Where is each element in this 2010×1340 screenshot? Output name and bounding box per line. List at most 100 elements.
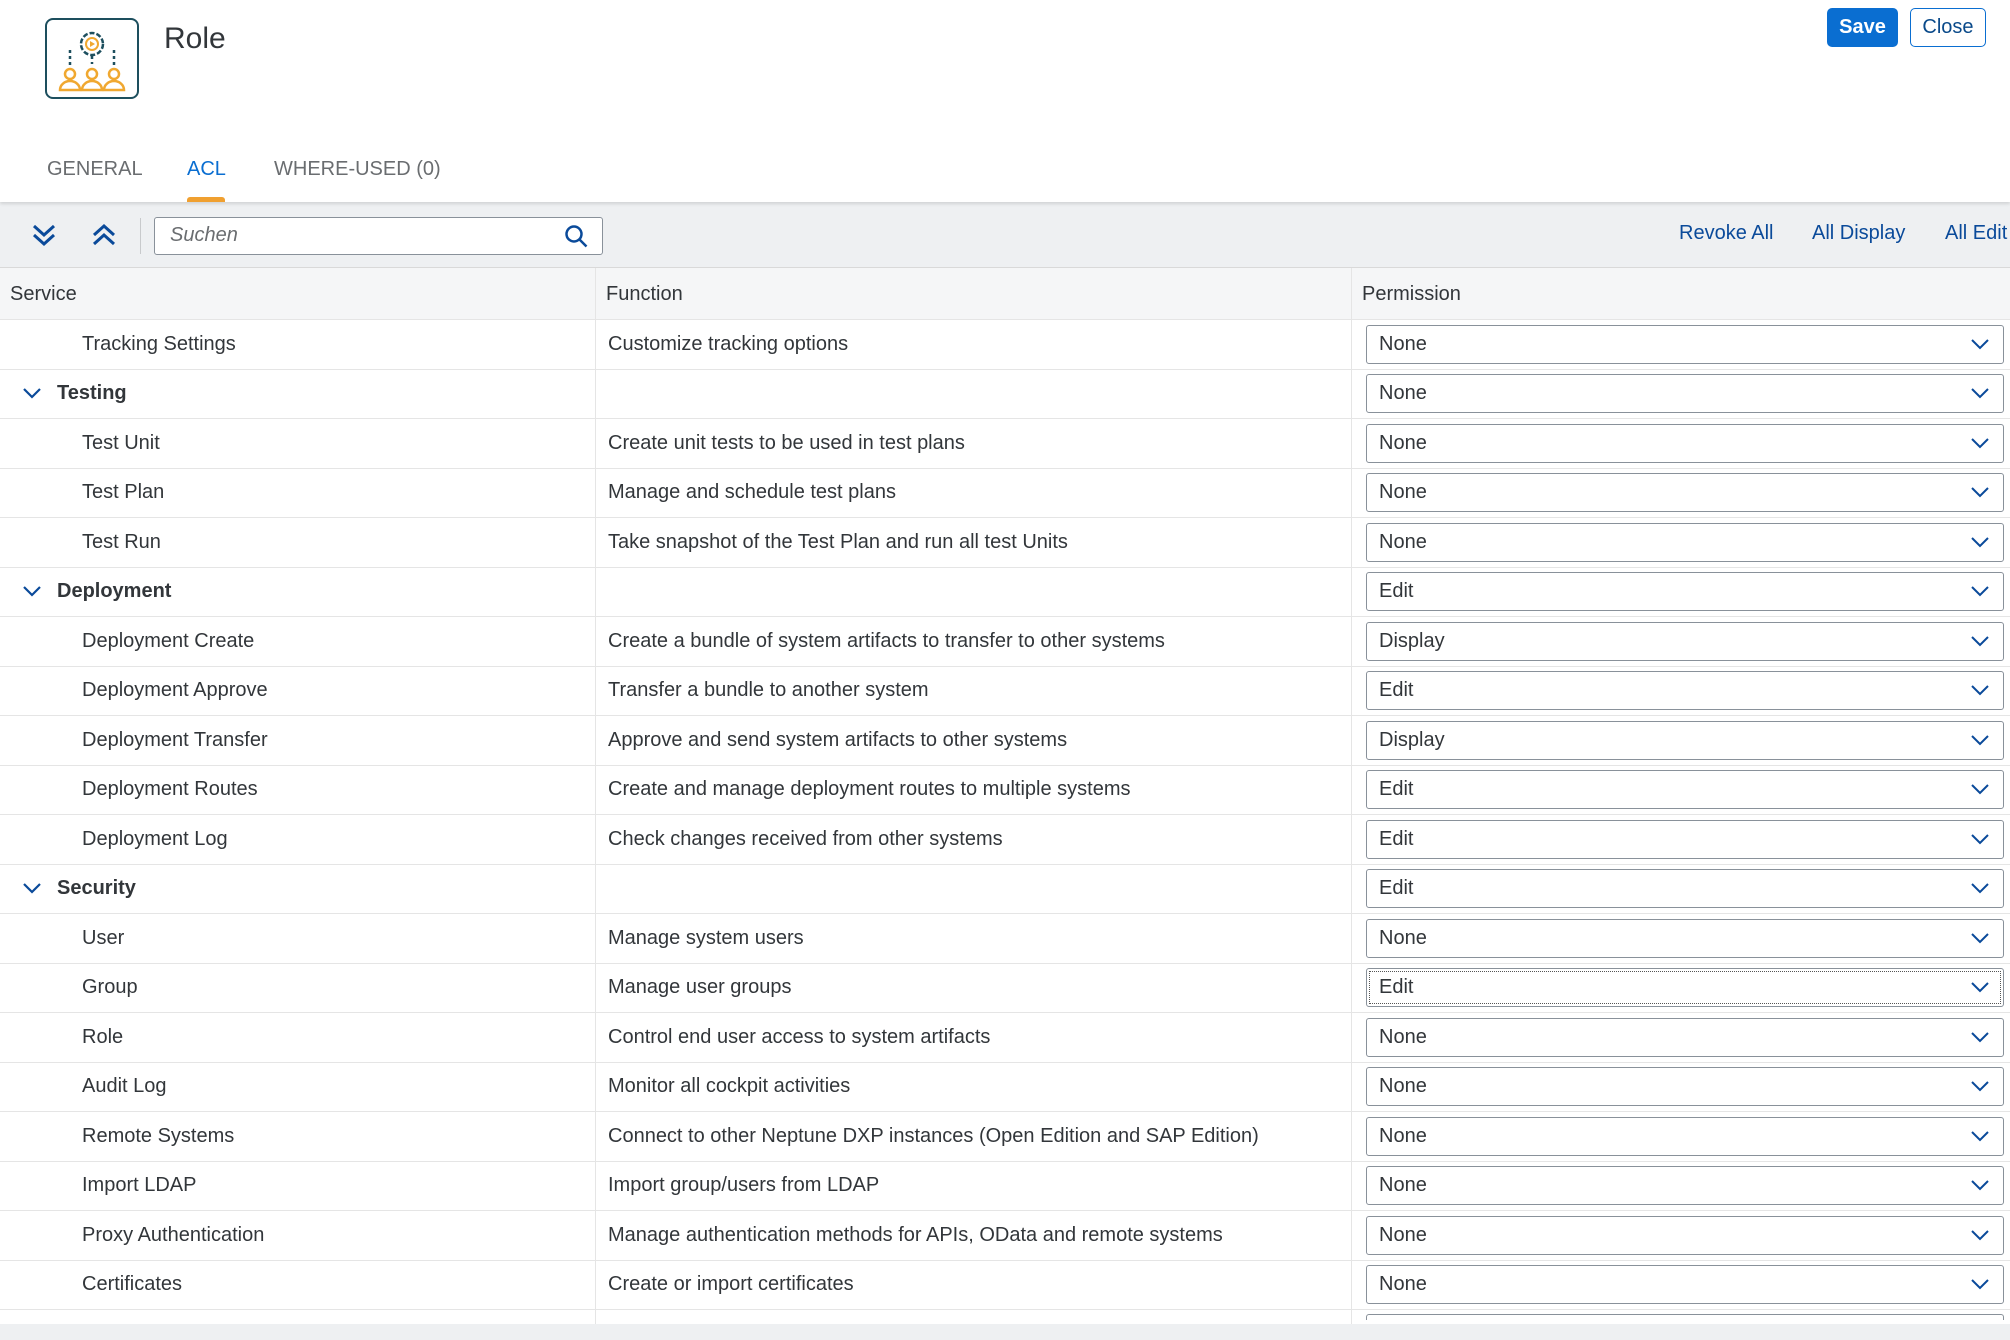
collapse-group-icon[interactable] (22, 584, 42, 598)
column-header-permission: Permission (1362, 283, 1461, 305)
table-row: Remote Systems Connect to other Neptune … (0, 1112, 2010, 1162)
service-cell: Deployment Transfer (0, 716, 596, 765)
service-name: Deployment Log (82, 827, 228, 850)
function-description: Approve and send system artifacts to oth… (608, 728, 1068, 751)
permission-cell: None (1352, 1063, 2010, 1112)
service-name: Remote Systems (82, 1124, 235, 1147)
service-cell: User (0, 914, 596, 963)
permission-select[interactable]: Display (1366, 621, 2004, 661)
permission-value: Edit (1379, 580, 1414, 603)
permission-cell: Edit (1352, 964, 2010, 1013)
permission-select[interactable]: None (1366, 324, 2004, 364)
search-icon[interactable] (564, 224, 590, 250)
table-row: Deployment Log Check changes received fr… (0, 815, 2010, 865)
permission-select[interactable]: None (1366, 1265, 2004, 1305)
search-field[interactable] (154, 217, 603, 255)
chevron-down-icon (1971, 586, 1989, 597)
permission-cell: None (1352, 419, 2010, 468)
function-cell: Monitor all cockpit activities (596, 1062, 1352, 1111)
object-header: Role Save Close GENERAL ACL WHERE-USED (… (0, 0, 2010, 202)
permission-select[interactable]: None (1366, 1067, 2004, 1107)
permission-value: Edit (1379, 778, 1414, 801)
role-logo-icon (45, 18, 139, 99)
permission-select[interactable]: None (1366, 374, 2004, 414)
permission-select[interactable]: Edit (1366, 869, 2004, 909)
chevron-down-icon (1971, 784, 1989, 795)
permission-cell: Edit (1352, 865, 2010, 914)
permission-select[interactable]: Display (1366, 720, 2004, 760)
function-cell: Control end user access to system artifa… (596, 1013, 1352, 1062)
all-display-link[interactable]: All Display (1812, 222, 1905, 245)
permission-cell: Edit (1352, 667, 2010, 716)
permission-select[interactable]: None (1366, 423, 2004, 463)
permission-value: None (1379, 1174, 1427, 1197)
search-input[interactable] (170, 218, 550, 252)
permission-select[interactable]: Edit (1366, 770, 2004, 810)
table-row: Import LDAP Import group/users from LDAP… (0, 1161, 2010, 1211)
chevron-down-icon (1971, 1081, 1989, 1092)
service-cell: Deployment Routes (0, 765, 596, 814)
service-name: Testing (57, 382, 127, 405)
permission-cell: None (1352, 1162, 2010, 1211)
function-cell: Manage system users (596, 914, 1352, 963)
save-button[interactable]: Save (1827, 8, 1898, 47)
collapse-group-icon[interactable] (22, 386, 42, 400)
all-edit-link[interactable]: All Edit (1945, 222, 2007, 245)
revoke-all-link[interactable]: Revoke All (1679, 222, 1774, 245)
table-row: Group Manage user groups Edit (0, 963, 2010, 1013)
collapse-group-icon[interactable] (22, 881, 42, 895)
permission-value: Display (1379, 629, 1445, 652)
tab-where-used[interactable]: WHERE-USED (0) (274, 158, 441, 181)
permission-select-partial[interactable] (1366, 1314, 2004, 1320)
service-name: Role (82, 1025, 124, 1048)
permission-cell: None (1352, 1112, 2010, 1161)
permission-select[interactable]: None (1366, 522, 2004, 562)
permission-select[interactable]: None (1366, 1116, 2004, 1156)
active-tab-indicator (187, 197, 225, 202)
table-row: Deployment Approve Transfer a bundle to … (0, 666, 2010, 716)
service-cell: Deployment Create (0, 617, 596, 666)
collapse-all-icon[interactable] (89, 220, 119, 250)
chevron-down-icon (1971, 685, 1989, 696)
function-description: Customize tracking options (608, 332, 849, 355)
permission-select[interactable]: None (1366, 1166, 2004, 1206)
chevron-down-icon (1971, 487, 1989, 498)
permission-select[interactable]: Edit (1366, 819, 2004, 859)
service-name: Test Run (82, 530, 161, 553)
function-cell: Manage and schedule test plans (596, 468, 1352, 517)
function-description: Manage and schedule test plans (608, 481, 896, 504)
permission-select[interactable]: None (1366, 1017, 2004, 1057)
service-cell: Security (0, 864, 596, 913)
service-name: Test Unit (82, 431, 160, 454)
expand-all-icon[interactable] (29, 220, 59, 250)
permission-select[interactable]: Edit (1366, 671, 2004, 711)
service-cell: Proxy Authentication (0, 1211, 596, 1260)
permission-select[interactable]: Edit (1366, 572, 2004, 612)
table-row: Audit Log Monitor all cockpit activities… (0, 1062, 2010, 1112)
table-group-row: Deployment Edit (0, 567, 2010, 617)
function-description: Manage user groups (608, 976, 792, 999)
chevron-down-icon (1971, 388, 1989, 399)
tab-acl[interactable]: ACL (187, 158, 226, 181)
permission-cell: None (1352, 1261, 2010, 1310)
permission-select[interactable]: None (1366, 918, 2004, 958)
table-group-row: Testing None (0, 369, 2010, 419)
service-name: Deployment (57, 580, 172, 603)
close-button[interactable]: Close (1910, 8, 1986, 47)
permission-select[interactable]: None (1366, 1215, 2004, 1255)
permission-value: Edit (1379, 877, 1414, 900)
function-cell: Manage authentication methods for APIs, … (596, 1211, 1352, 1260)
function-description: Manage system users (608, 926, 804, 949)
permission-value: None (1379, 1075, 1427, 1098)
tab-general[interactable]: GENERAL (47, 158, 143, 181)
permission-value: None (1379, 332, 1427, 355)
function-cell: Import group/users from LDAP (596, 1161, 1352, 1210)
table-row: Deployment Create Create a bundle of sys… (0, 617, 2010, 667)
permission-select[interactable]: None (1366, 473, 2004, 513)
table-row: Role Control end user access to system a… (0, 1013, 2010, 1063)
table-row: Deployment Routes Create and manage depl… (0, 765, 2010, 815)
acl-table: Service Function Permission Tracking Set… (0, 268, 2010, 1340)
permission-value: None (1379, 431, 1427, 454)
permission-select[interactable]: Edit (1366, 968, 2004, 1008)
chevron-down-icon (1971, 933, 1989, 944)
